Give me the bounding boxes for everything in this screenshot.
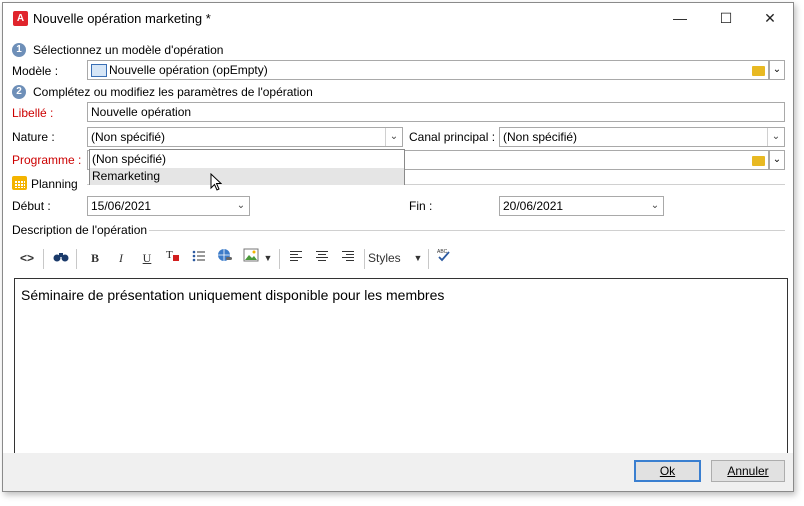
chevron-down-icon[interactable]: ⌄ [647, 197, 663, 215]
underline-button[interactable]: U [136, 247, 158, 269]
fin-date-input[interactable]: 20/06/2021 ⌄ [499, 196, 664, 216]
bold-button[interactable]: B [84, 247, 106, 269]
modele-value: Nouvelle opération (opEmpty) [109, 63, 268, 77]
maximize-icon[interactable]: ☐ [703, 3, 749, 33]
window-title: Nouvelle opération marketing * [33, 11, 211, 26]
description-label: Description de l'opération [12, 223, 148, 237]
italic-button[interactable]: I [110, 247, 132, 269]
canal-select[interactable]: (Non spécifié) ⌄ [499, 127, 785, 147]
cancel-button-label: Annuler [727, 464, 769, 478]
ok-button[interactable]: Ok [634, 460, 701, 482]
libelle-label: Libellé : [12, 106, 54, 120]
step-2-label: Complétez ou modifiez les paramètres de … [33, 85, 313, 99]
title-bar[interactable]: A Nouvelle opération marketing * — ☐ ✕ [3, 3, 793, 33]
chevron-down-icon[interactable]: ⌄ [767, 128, 784, 146]
cancel-button[interactable]: Annuler [711, 460, 785, 482]
toolbar-separator [76, 249, 77, 269]
binoculars-icon[interactable] [50, 247, 72, 269]
ok-button-label: Ok [659, 464, 676, 478]
svg-text:T: T [166, 249, 173, 261]
align-center-icon[interactable] [311, 247, 333, 269]
fin-value: 20/06/2021 [503, 199, 564, 213]
description-editor[interactable]: Séminaire de présentation uniquement dis… [14, 278, 788, 454]
styles-dropdown[interactable]: Styles [368, 247, 408, 269]
image-icon[interactable] [240, 247, 262, 269]
nature-value: (Non spécifié) [91, 130, 166, 144]
operation-icon [91, 64, 107, 77]
dialog-window: A Nouvelle opération marketing * — ☐ ✕ 1… [2, 2, 794, 492]
align-left-icon[interactable] [285, 247, 307, 269]
programme-dropdown-button[interactable]: ⌄ [769, 150, 785, 170]
modele-label: Modèle : [12, 64, 59, 78]
minimize-icon[interactable]: — [657, 3, 703, 33]
dropdown-option-highlighted[interactable]: Remarketing [90, 168, 404, 185]
toolbar-separator [364, 249, 365, 269]
step-1-label: Sélectionnez un modèle d'opération [33, 43, 224, 57]
nature-select[interactable]: (Non spécifié) ⌄ [87, 127, 403, 147]
dropdown-option[interactable]: (Non spécifié) [90, 151, 404, 168]
text-color-icon[interactable]: T [162, 247, 184, 269]
canal-label: Canal principal : [409, 130, 496, 144]
spellcheck-icon[interactable]: ABC [433, 247, 455, 269]
modele-dropdown-button[interactable]: ⌄ [769, 60, 785, 80]
nature-dropdown-list[interactable]: (Non spécifié) Remarketing [89, 149, 405, 185]
app-logo-icon: A [13, 11, 28, 26]
debut-value: 15/06/2021 [91, 199, 152, 213]
planning-label: Planning [31, 177, 78, 191]
toolbar-separator [43, 249, 44, 269]
debut-label: Début : [12, 199, 51, 213]
canal-value: (Non spécifié) [503, 130, 578, 144]
mouse-cursor-icon [210, 173, 222, 191]
step-1-badge: 1 [12, 43, 26, 57]
bullet-list-icon[interactable] [188, 247, 210, 269]
styles-dropdown-arrow[interactable]: ▼ [411, 247, 425, 269]
calendar-icon [12, 176, 27, 190]
chevron-down-icon[interactable]: ⌄ [233, 197, 249, 215]
align-right-icon[interactable] [337, 247, 359, 269]
fin-label: Fin : [409, 199, 433, 213]
modele-field[interactable]: Nouvelle opération (opEmpty) [87, 60, 769, 80]
toolbar-separator [428, 249, 429, 269]
description-text[interactable]: Séminaire de présentation uniquement dis… [21, 287, 444, 303]
close-icon[interactable]: ✕ [747, 3, 793, 33]
chevron-down-icon[interactable]: ⌄ [385, 128, 402, 146]
source-code-icon[interactable]: <> [16, 247, 38, 269]
debut-date-input[interactable]: 15/06/2021 ⌄ [87, 196, 250, 216]
libelle-input[interactable]: Nouvelle opération [87, 102, 785, 122]
folder-icon[interactable] [752, 156, 765, 166]
toolbar-separator [279, 249, 280, 269]
link-icon[interactable] [214, 247, 236, 269]
programme-label: Programme : [12, 153, 82, 167]
nature-label: Nature : [12, 130, 55, 144]
image-dropdown-arrow[interactable]: ▼ [261, 247, 275, 269]
folder-icon[interactable] [752, 66, 765, 76]
step-2-badge: 2 [12, 85, 26, 99]
description-divider [149, 230, 785, 231]
